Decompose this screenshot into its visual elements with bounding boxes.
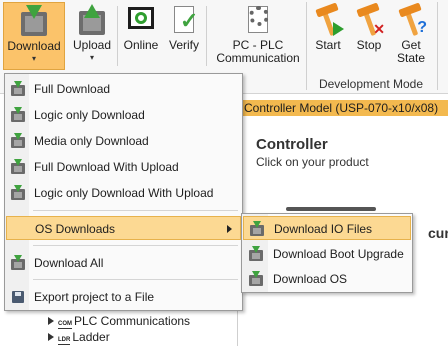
download-button[interactable]: Download ▾ [3,2,65,70]
menu-separator [33,210,238,211]
menu-item-logic-only-download-with-upload[interactable]: Logic only Download With Upload [6,181,241,205]
online-button[interactable]: Online [120,2,162,70]
board-download-icon [10,159,26,175]
submenu-item-label: Download IO Files [274,222,373,236]
submenu-item-label: Download Boot Upgrade [273,247,404,261]
partial-heading-text: curr [428,225,448,241]
board-download-icon [10,81,26,97]
menu-separator [33,245,238,246]
communication-gear-icon [242,4,274,36]
com-icon: COM [58,321,72,329]
menu-item-label: Download All [34,256,104,270]
tree-item-label: PLC Communications [74,314,191,328]
board-upload-icon [76,4,108,36]
board-download-icon [248,246,264,262]
menu-item-full-download-with-upload[interactable]: Full Download With Upload [6,155,241,179]
expand-arrow-icon[interactable] [48,317,54,325]
menu-item-label: OS Downloads [35,222,116,236]
menu-item-download-all[interactable]: Download All [6,251,241,275]
board-download-icon [18,5,50,37]
verify-button[interactable]: ✓ Verify [165,2,203,70]
board-download-icon [10,255,26,271]
online-label: Online [123,38,159,52]
tree-item-label: Ladder [72,330,110,344]
menu-item-media-only-download[interactable]: Media only Download [6,129,241,153]
chevron-down-icon: ▾ [31,54,36,63]
board-download-icon [248,271,264,287]
board-download-icon [249,221,265,237]
divider [437,2,438,90]
online-monitor-icon [125,4,157,36]
stop-label: Stop [356,38,382,52]
submenu-item-download-boot-upgrade[interactable]: Download Boot Upgrade [243,242,411,266]
download-label: Download [7,39,61,53]
menu-item-label: Logic only Download With Upload [34,186,214,200]
divider [117,6,118,66]
pc-plc-communication-button[interactable]: PC - PLC Communication [210,2,306,70]
menu-item-label: Full Download With Upload [34,160,179,174]
verify-check-icon: ✓ [168,4,200,36]
menu-item-logic-only-download[interactable]: Logic only Download [6,103,241,127]
product-image-strip [286,207,376,211]
hammer-stop-icon: ✕ [353,2,385,37]
board-download-icon [10,133,26,149]
menu-item-label: Logic only Download [34,108,145,122]
start-label: Start [315,38,341,52]
menu-item-label: Export project to a File [34,290,155,304]
chevron-down-icon: ▾ [89,53,94,62]
submenu-item-download-io-files[interactable]: Download IO Files [243,216,411,240]
hammer-start-icon [312,2,344,37]
menu-item-os-downloads[interactable]: OS Downloads [6,216,241,240]
board-download-icon [10,107,26,123]
verify-label: Verify [168,38,199,52]
tree-item-ladder[interactable]: LDR Ladder [48,330,110,345]
submenu-item-download-os[interactable]: Download OS [243,267,411,291]
os-downloads-submenu: Download IO Files Download Boot Upgrade … [241,213,413,293]
controller-subtitle: Click on your product [256,155,369,169]
submenu-item-label: Download OS [273,272,348,286]
expand-arrow-icon[interactable] [48,333,54,341]
controller-title: Controller [256,136,328,153]
get-state-button[interactable]: ? Get State [392,2,430,70]
get-state-label-line2: State [396,51,426,65]
board-download-icon [10,185,26,201]
controller-model-header: Controller Model (USP-070-x10/x08) [238,100,448,116]
stop-button[interactable]: ✕ Stop [350,2,388,70]
download-menu: Full Download Logic only Download Media … [4,73,243,311]
tree-item-plc-communications[interactable]: COM PLC Communications [48,314,190,329]
menu-separator [33,279,238,280]
hammer-question-icon: ? [395,2,427,37]
floppy-disk-icon [10,289,26,305]
start-button[interactable]: Start [309,2,347,70]
ldr-icon: LDR [58,337,71,345]
menu-item-label: Full Download [34,82,111,96]
development-mode-group-label: Development Mode [318,77,424,91]
upload-button[interactable]: Upload ▾ [70,2,114,70]
menu-item-label: Media only Download [34,134,149,148]
divider [206,6,207,66]
upload-label: Upload [72,38,112,52]
pc-plc-label-line2: Communication [216,51,300,65]
menu-item-full-download[interactable]: Full Download [6,77,241,101]
submenu-arrow-icon [227,225,232,233]
menu-item-export-project[interactable]: Export project to a File [6,285,241,309]
